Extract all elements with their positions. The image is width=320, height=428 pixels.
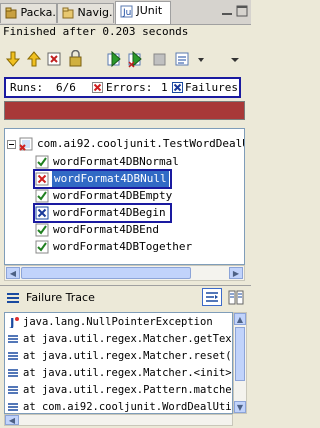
exception-icon: J (9, 316, 19, 328)
history-icon[interactable] (174, 50, 192, 68)
tree-root-label: com.ai92.cooljunit.TestWordDealUti (37, 137, 245, 150)
tab-junit[interactable]: Ju JUnit ✕ (115, 1, 171, 24)
stack-frame-icon (8, 369, 18, 377)
test-pass-icon (35, 223, 49, 237)
runs-value: 6/6 (56, 81, 76, 94)
stack-frame-icon (8, 403, 18, 411)
trace-line[interactable]: at java.util.regex.Pattern.matcher (5, 382, 232, 398)
svg-text:Ju: Ju (122, 8, 131, 18)
tab-label: JUnit (136, 4, 163, 17)
next-failure-icon[interactable] (4, 50, 22, 68)
scroll-up-arrow-icon[interactable]: ▲ (234, 313, 246, 325)
error-icon (92, 82, 103, 93)
failure-trace-title: Failure Trace (26, 291, 95, 304)
tree-item[interactable]: wordFormat4DBEmpty (35, 188, 244, 204)
test-tree[interactable]: com.ai92.cooljunit.TestWordDealUti wordF… (4, 128, 245, 265)
highlight-box (33, 203, 172, 223)
stack-trace-icon (7, 293, 19, 303)
scroll-left-arrow-icon[interactable]: ◀ (6, 267, 20, 279)
run-counts-box: Runs: 6/6 Errors: 1 Failures: 1 (4, 77, 241, 98)
test-pass-icon (35, 155, 49, 169)
failure-icon (172, 82, 183, 93)
test-pass-icon (35, 240, 49, 254)
collapse-icon[interactable] (7, 140, 16, 149)
junit-icon: Ju (120, 5, 133, 18)
scroll-left-arrow-icon[interactable]: ◀ (5, 415, 19, 425)
tree-item[interactable]: wordFormat4DBEnd (35, 222, 244, 238)
stop-icon[interactable] (150, 50, 168, 68)
svg-text:J: J (9, 316, 14, 328)
show-failures-only-icon[interactable] (46, 50, 64, 68)
test-name: wordFormat4DBNormal (53, 155, 179, 168)
test-suite-error-icon (19, 137, 33, 151)
trace-line[interactable]: at java.util.regex.Matcher.reset(M (5, 348, 232, 364)
package-icon (5, 7, 17, 19)
test-name: wordFormat4DBEnd (53, 223, 159, 236)
view-menu-icon[interactable] (226, 50, 244, 68)
trace-line[interactable]: at java.util.regex.Matcher.getText (5, 331, 232, 347)
tab-package-explorer[interactable]: Packa... (0, 3, 57, 23)
chevron-down-icon[interactable] (196, 50, 206, 68)
scroll-down-arrow-icon[interactable]: ▼ (234, 401, 246, 413)
trace-vertical-scrollbar[interactable]: ▲ ▼ (233, 312, 247, 414)
failures-label: Failures: (185, 81, 241, 94)
trace-line[interactable]: at java.util.regex.Matcher.<init> (5, 365, 232, 381)
test-name: wordFormat4DBEmpty (53, 189, 173, 202)
tab-label: Packa... (20, 6, 57, 19)
rerun-failed-icon[interactable] (127, 50, 145, 68)
previous-failure-icon[interactable] (25, 50, 43, 68)
tree-horizontal-scrollbar[interactable]: ◀ ▶ (4, 265, 245, 281)
stack-frame-icon (8, 352, 18, 360)
errors-label: Errors: (106, 81, 153, 94)
test-pass-icon (35, 189, 49, 203)
progress-bar (4, 101, 245, 120)
close-icon[interactable]: ✕ (169, 6, 170, 17)
tab-navigator[interactable]: Navig... (57, 3, 114, 23)
scroll-lock-icon[interactable] (67, 50, 85, 68)
failure-trace-list[interactable]: J java.lang.NullPointerException at java… (4, 312, 233, 414)
stack-frame-icon (8, 386, 18, 394)
tree-item[interactable]: wordFormat4DBNormal (35, 154, 244, 170)
scroll-right-arrow-icon[interactable]: ▶ (229, 267, 243, 279)
junit-toolbar (0, 46, 251, 72)
view-tab-bar: Packa... Navig... Ju JUnit ✕ (0, 0, 251, 25)
trace-line[interactable]: J java.lang.NullPointerException (5, 314, 232, 330)
maximize-icon[interactable] (236, 5, 248, 17)
compare-icon[interactable] (228, 290, 244, 306)
navigator-icon (62, 7, 74, 19)
tree-item[interactable]: wordFormat4DBTogether (35, 239, 244, 255)
filter-stack-icon[interactable] (202, 288, 222, 306)
highlight-box (33, 169, 172, 189)
rerun-icon[interactable] (106, 50, 124, 68)
scroll-thumb[interactable] (21, 267, 191, 279)
trace-line[interactable]: at com.ai92.cooljunit.WordDealUti (5, 399, 232, 413)
scroll-thumb[interactable] (235, 327, 245, 381)
errors-value: 1 (161, 81, 168, 94)
stack-frame-icon (8, 335, 18, 343)
tree-root[interactable]: com.ai92.cooljunit.TestWordDealUti (7, 136, 245, 152)
tab-label: Navig... (77, 6, 114, 19)
failure-trace-header: Failure Trace (0, 285, 251, 310)
runs-label: Runs: (10, 81, 44, 94)
minimize-icon[interactable] (221, 5, 233, 17)
test-name: wordFormat4DBTogether (53, 240, 193, 253)
run-status-text: Finished after 0.203 seconds (3, 25, 189, 38)
trace-horizontal-scrollbar[interactable]: ◀ (4, 414, 233, 426)
